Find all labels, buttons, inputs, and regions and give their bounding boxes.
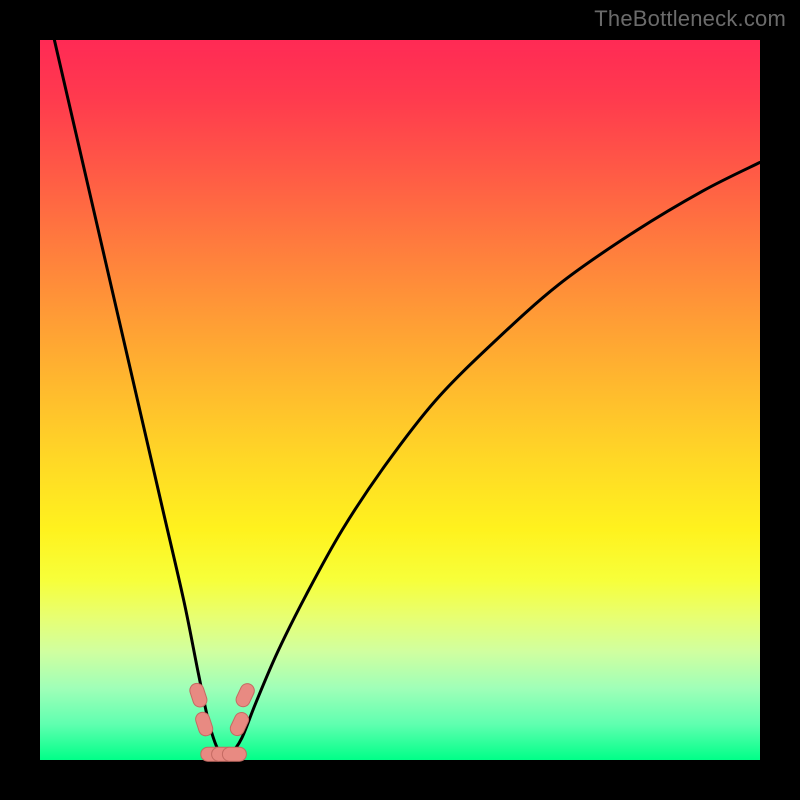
- marker-bottom-c: [222, 747, 246, 761]
- marker-left-upper: [188, 682, 209, 709]
- chart-frame: TheBottleneck.com: [0, 0, 800, 800]
- markers: [188, 681, 257, 761]
- marker-right-upper: [234, 681, 257, 709]
- bottleneck-curve: [54, 40, 760, 756]
- watermark-text: TheBottleneck.com: [594, 6, 786, 32]
- chart-svg: [40, 40, 760, 760]
- marker-left-lower: [194, 710, 215, 737]
- marker-right-lower: [228, 710, 251, 738]
